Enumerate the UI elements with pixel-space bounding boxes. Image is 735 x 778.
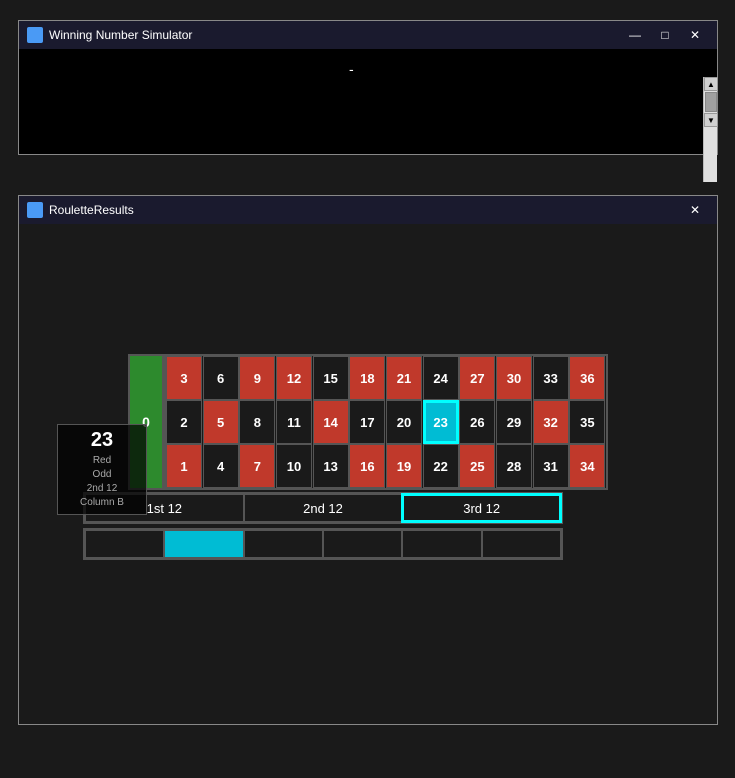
cell-35[interactable]: 35 (569, 400, 605, 444)
result-column: Column B (64, 496, 140, 510)
bottom-window-title: RouletteResults (49, 203, 681, 217)
bottom-section: 1st 12 2nd 12 3rd 12 (83, 492, 563, 560)
cell-26[interactable]: 26 (459, 400, 495, 444)
top-window-icon (27, 27, 43, 43)
top-window-titlebar: Winning Number Simulator — □ ✕ (19, 21, 717, 49)
cell-33[interactable]: 33 (533, 356, 569, 400)
even-money-2[interactable] (164, 530, 243, 558)
dozen-2nd[interactable]: 2nd 12 (244, 494, 403, 522)
cell-22[interactable]: 22 (423, 444, 459, 488)
cell-28[interactable]: 28 (496, 444, 532, 488)
cell-8[interactable]: 8 (239, 400, 275, 444)
scrollbar[interactable]: ▲ ▼ (703, 77, 717, 182)
cell-1[interactable]: 1 (166, 444, 202, 488)
cell-31[interactable]: 31 (533, 444, 569, 488)
result-number: 23 (64, 429, 140, 452)
cell-16[interactable]: 16 (349, 444, 385, 488)
cell-14[interactable]: 14 (313, 400, 349, 444)
result-dozen: 2nd 12 (64, 482, 140, 496)
even-money-6[interactable] (482, 530, 561, 558)
winning-number-simulator-window: Winning Number Simulator — □ ✕ - ▲ ▼ (18, 20, 718, 155)
cell-32[interactable]: 32 (533, 400, 569, 444)
cell-4[interactable]: 4 (203, 444, 239, 488)
roulette-results-window: RouletteResults ✕ 0 36912151821242730333… (18, 195, 718, 725)
cell-27[interactable]: 27 (459, 356, 495, 400)
top-window-controls: — □ ✕ (621, 25, 709, 45)
cell-17[interactable]: 17 (349, 400, 385, 444)
top-window-title: Winning Number Simulator (49, 28, 621, 42)
even-money-5[interactable] (402, 530, 481, 558)
even-money-row (83, 528, 563, 560)
cell-18[interactable]: 18 (349, 356, 385, 400)
cell-30[interactable]: 30 (496, 356, 532, 400)
even-money-1[interactable] (85, 530, 164, 558)
roulette-content: 0 36912151821242730333625811141720232629… (19, 224, 717, 724)
result-box: 23 Red Odd 2nd 12 Column B (57, 424, 147, 515)
bottom-window-controls: ✕ (681, 200, 709, 220)
cell-15[interactable]: 15 (313, 356, 349, 400)
cell-11[interactable]: 11 (276, 400, 312, 444)
roulette-close-button[interactable]: ✕ (681, 200, 709, 220)
cell-24[interactable]: 24 (423, 356, 459, 400)
bottom-window-icon (27, 202, 43, 218)
cell-3[interactable]: 3 (166, 356, 202, 400)
maximize-button[interactable]: □ (651, 25, 679, 45)
roulette-wrapper: 0 36912151821242730333625811141720232629… (29, 354, 707, 560)
even-money-3[interactable] (244, 530, 323, 558)
roulette-board: 0 36912151821242730333625811141720232629… (128, 354, 608, 490)
result-red: Red (64, 454, 140, 468)
scroll-up-button[interactable]: ▲ (704, 77, 718, 91)
cell-2[interactable]: 2 (166, 400, 202, 444)
cell-20[interactable]: 20 (386, 400, 422, 444)
cell-36[interactable]: 36 (569, 356, 605, 400)
cell-19[interactable]: 19 (386, 444, 422, 488)
cell-25[interactable]: 25 (459, 444, 495, 488)
minimize-button[interactable]: — (621, 25, 649, 45)
scroll-down-button[interactable]: ▼ (704, 113, 718, 127)
cell-10[interactable]: 10 (276, 444, 312, 488)
cell-5[interactable]: 5 (203, 400, 239, 444)
cell-6[interactable]: 6 (203, 356, 239, 400)
dozen-3rd[interactable]: 3rd 12 (402, 494, 561, 522)
close-button[interactable]: ✕ (681, 25, 709, 45)
bottom-window-titlebar: RouletteResults ✕ (19, 196, 717, 224)
dozen-row: 1st 12 2nd 12 3rd 12 (83, 492, 563, 524)
cell-29[interactable]: 29 (496, 400, 532, 444)
cell-21[interactable]: 21 (386, 356, 422, 400)
top-window-content: - ▲ ▼ (19, 49, 717, 154)
number-grid: 3691215182124273033362581114172023262932… (164, 354, 608, 490)
result-odd: Odd (64, 468, 140, 482)
cell-23[interactable]: 23 (423, 400, 459, 444)
cell-7[interactable]: 7 (239, 444, 275, 488)
even-money-4[interactable] (323, 530, 402, 558)
scroll-thumb[interactable] (705, 92, 717, 112)
cell-9[interactable]: 9 (239, 356, 275, 400)
cell-13[interactable]: 13 (313, 444, 349, 488)
cell-12[interactable]: 12 (276, 356, 312, 400)
cell-34[interactable]: 34 (569, 444, 605, 488)
cursor-indicator: - (349, 61, 354, 77)
